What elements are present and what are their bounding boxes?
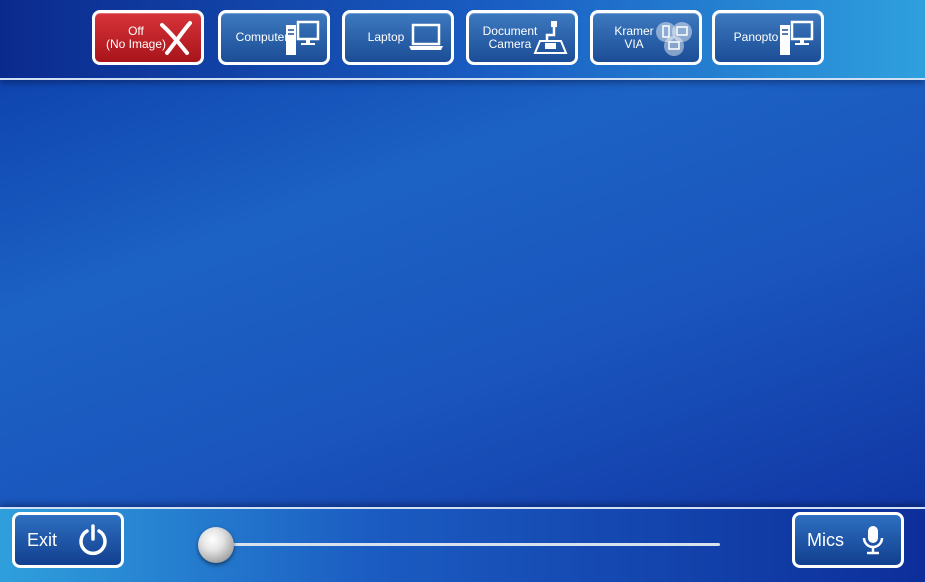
source-button-panopto[interactable]: Panopto	[712, 10, 824, 65]
microphone-icon	[862, 526, 884, 555]
source-button-document-camera[interactable]: Document Camera	[466, 10, 578, 65]
power-icon	[79, 524, 107, 556]
x-mark-icon	[160, 21, 192, 55]
source-button-computer[interactable]: Computer	[218, 10, 330, 65]
desktop-computer-icon	[286, 20, 320, 55]
mics-button[interactable]: Mics	[792, 512, 904, 568]
wireless-devices-icon	[656, 22, 692, 56]
source-button-kramer-via[interactable]: Kramer VIA	[590, 10, 702, 65]
exit-button-label: Exit	[27, 529, 58, 550]
mics-button-label: Mics	[807, 529, 844, 550]
source-button-laptop[interactable]: Laptop	[342, 10, 454, 65]
laptop-icon	[409, 23, 443, 50]
source-selection-bar: Off (No Image) Computer Laptop Document …	[0, 0, 925, 80]
volume-slider-track[interactable]	[215, 543, 720, 546]
source-button-off[interactable]: Off (No Image)	[92, 10, 204, 65]
main-display-area	[0, 0, 925, 580]
volume-slider-knob[interactable]	[198, 527, 234, 563]
desktop-computer-icon	[780, 20, 814, 55]
exit-button[interactable]: Exit	[12, 512, 124, 568]
document-camera-icon	[533, 21, 568, 54]
